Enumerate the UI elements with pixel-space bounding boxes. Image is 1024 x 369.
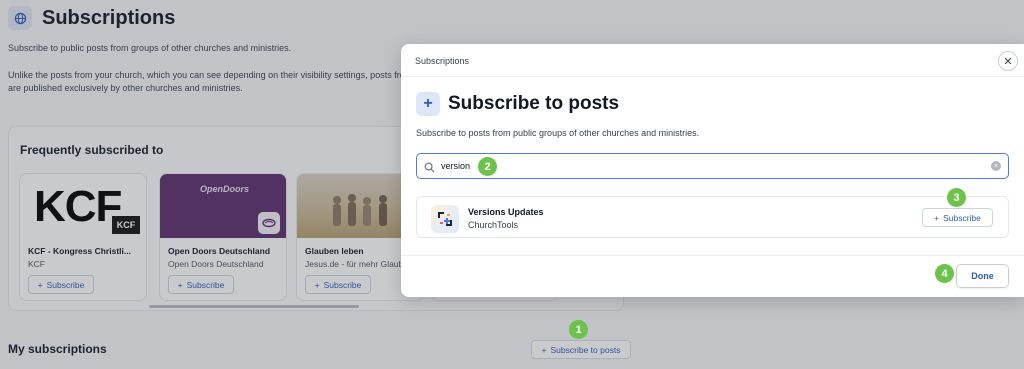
modal-subtitle: Subscribe to posts from public groups of… [416, 128, 700, 138]
churchtools-logo-icon [431, 205, 459, 233]
modal-divider [401, 255, 1024, 256]
clear-search-icon[interactable]: × [991, 161, 1001, 171]
modal-window-title: Subscriptions [415, 56, 470, 66]
step-marker-2: 2 [478, 157, 497, 176]
result-org: ChurchTools [468, 220, 519, 230]
modal-heading: Subscribe to posts [448, 93, 620, 114]
step-marker-4: 4 [935, 264, 954, 283]
search-field[interactable]: × [416, 153, 1009, 179]
result-title: Versions Updates [468, 207, 544, 217]
search-result-item: Versions Updates ChurchTools + Subscribe [416, 196, 1009, 238]
search-input[interactable] [441, 158, 961, 174]
step-marker-1: 1 [569, 320, 588, 339]
modal-titlebar: Subscriptions ✕ [401, 44, 1024, 77]
done-button[interactable]: Done [956, 264, 1009, 288]
close-button[interactable]: ✕ [998, 51, 1018, 71]
result-subscribe-button[interactable]: + Subscribe [922, 208, 993, 227]
result-subscribe-label: Subscribe [943, 212, 981, 223]
step-marker-3: 3 [947, 188, 966, 207]
close-icon: ✕ [1003, 55, 1013, 68]
plus-icon: + [416, 92, 440, 116]
search-icon [424, 160, 435, 178]
plus-icon: + [934, 212, 940, 223]
